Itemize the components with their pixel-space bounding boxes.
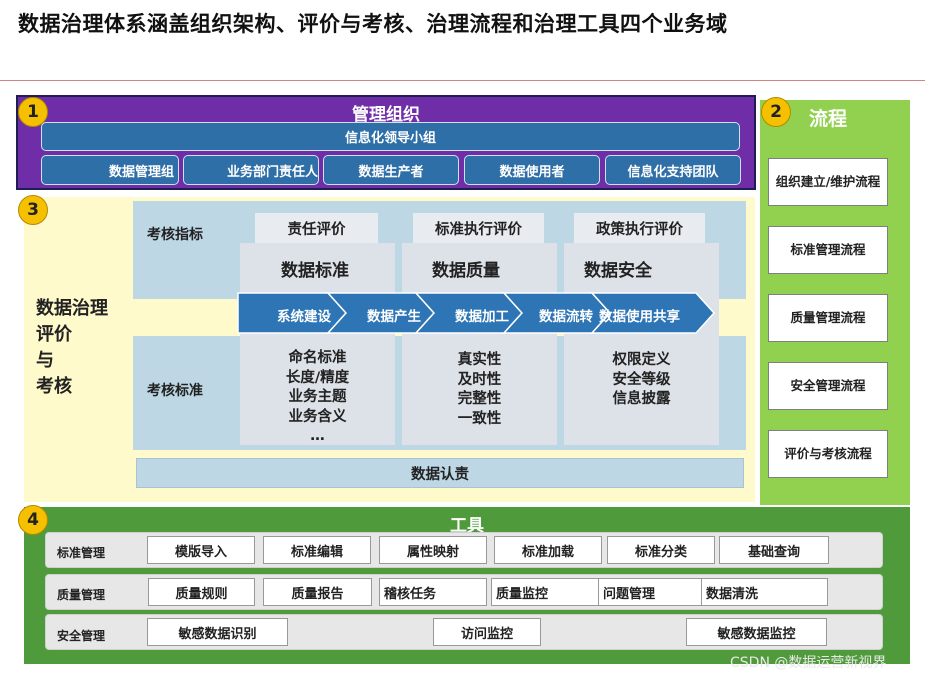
flow-step: 数据使用共享: [599, 309, 680, 325]
criteria-security: 权限定义 安全等级 信息披露: [564, 351, 719, 410]
tool-item[interactable]: 标准加载: [494, 536, 602, 564]
criteria-item: 一致性: [457, 410, 502, 427]
area-data-standard: 数据标准: [281, 261, 349, 281]
evaluation-label-line: 与: [36, 350, 54, 371]
badge-4: 4: [18, 505, 48, 535]
indicators-label: 考核指标: [147, 227, 203, 243]
badge-2: 2: [761, 97, 791, 127]
flow-step: 数据加工: [455, 309, 509, 325]
tool-row-label: 标准管理: [57, 546, 106, 560]
area-data-security: 数据安全: [584, 261, 652, 281]
tool-item[interactable]: 模版导入: [147, 536, 255, 564]
leader-group: 信息化领导小组: [41, 122, 740, 151]
evaluation-label: 数据治理 评价 与 考核: [36, 296, 108, 400]
tool-row-label: 安全管理: [57, 629, 106, 643]
org-member: 数据生产者: [323, 155, 459, 185]
tool-item[interactable]: 问题管理: [598, 578, 713, 606]
process-title: 流程: [808, 108, 847, 130]
badge-1: 1: [18, 97, 48, 127]
page-title: 数据治理体系涵盖组织架构、评价与考核、治理流程和治理工具四个业务域: [18, 12, 728, 36]
tool-item[interactable]: 质量规则: [148, 578, 255, 606]
org-member: 数据使用者: [464, 155, 600, 185]
tool-item[interactable]: 敏感数据监控: [686, 618, 827, 646]
criteria-item: 命名标准: [288, 350, 347, 366]
tab-standard-eval: 标准执行评价: [413, 213, 544, 243]
tab-responsibility-eval: 责任评价: [255, 213, 378, 243]
standards-label: 考核标准: [147, 383, 203, 399]
data-accountability-bar: 数据认责: [136, 458, 744, 488]
criteria-item: 业务主题: [288, 389, 347, 405]
area-data-quality: 数据质量: [432, 261, 500, 281]
criteria-quality: 真实性 及时性 完整性 一致性: [402, 351, 557, 429]
org-member: 业务部门责任人: [183, 155, 319, 185]
tool-item[interactable]: 基础查询: [719, 536, 829, 564]
criteria-item: 及时性: [457, 371, 502, 388]
evaluation-label-line: 数据治理: [36, 298, 108, 319]
process-item: 组织建立/维护流程: [768, 158, 888, 206]
tool-item[interactable]: 敏感数据识别: [147, 618, 288, 646]
badge-3: 3: [18, 195, 48, 225]
criteria-item: …: [310, 428, 325, 444]
org-member: 数据管理组: [41, 155, 179, 185]
tool-item[interactable]: 质量报告: [263, 578, 372, 606]
process-item: 标准管理流程: [768, 226, 888, 274]
criteria-item: 业务含义: [288, 408, 347, 425]
watermark: CSDN @数据运营新视界: [730, 655, 887, 671]
tool-item[interactable]: 属性映射: [379, 536, 487, 564]
criteria-item: 长度/精度: [285, 369, 350, 386]
tool-item[interactable]: 标准编辑: [263, 536, 371, 564]
criteria-item: 真实性: [457, 352, 502, 368]
tab-policy-eval: 政策执行评价: [574, 213, 705, 243]
tool-item[interactable]: 标准分类: [607, 536, 715, 564]
criteria-standard: 命名标准 长度/精度 业务主题 业务含义 …: [240, 349, 395, 447]
process-item: 质量管理流程: [768, 294, 888, 342]
org-member: 信息化支持团队: [605, 155, 741, 185]
flow-step: 系统建设: [277, 309, 331, 325]
process-item: 安全管理流程: [768, 362, 888, 410]
flow-step: 数据产生: [367, 309, 421, 325]
tool-item[interactable]: 数据清洗: [701, 578, 828, 606]
tool-item[interactable]: 访问监控: [433, 618, 541, 646]
evaluation-label-line: 考核: [36, 376, 72, 397]
criteria-item: 信息披露: [612, 391, 671, 407]
title-divider: [0, 80, 925, 81]
criteria-item: 安全等级: [612, 371, 671, 388]
tool-item[interactable]: 稽核任务: [379, 578, 487, 606]
criteria-item: 权限定义: [612, 352, 671, 368]
criteria-item: 完整性: [457, 391, 502, 407]
evaluation-label-line: 评价: [36, 324, 72, 345]
tool-row-label: 质量管理: [57, 588, 106, 602]
flow-step: 数据流转: [539, 309, 593, 325]
tool-item[interactable]: 质量监控: [491, 578, 601, 606]
process-item: 评价与考核流程: [768, 430, 888, 478]
